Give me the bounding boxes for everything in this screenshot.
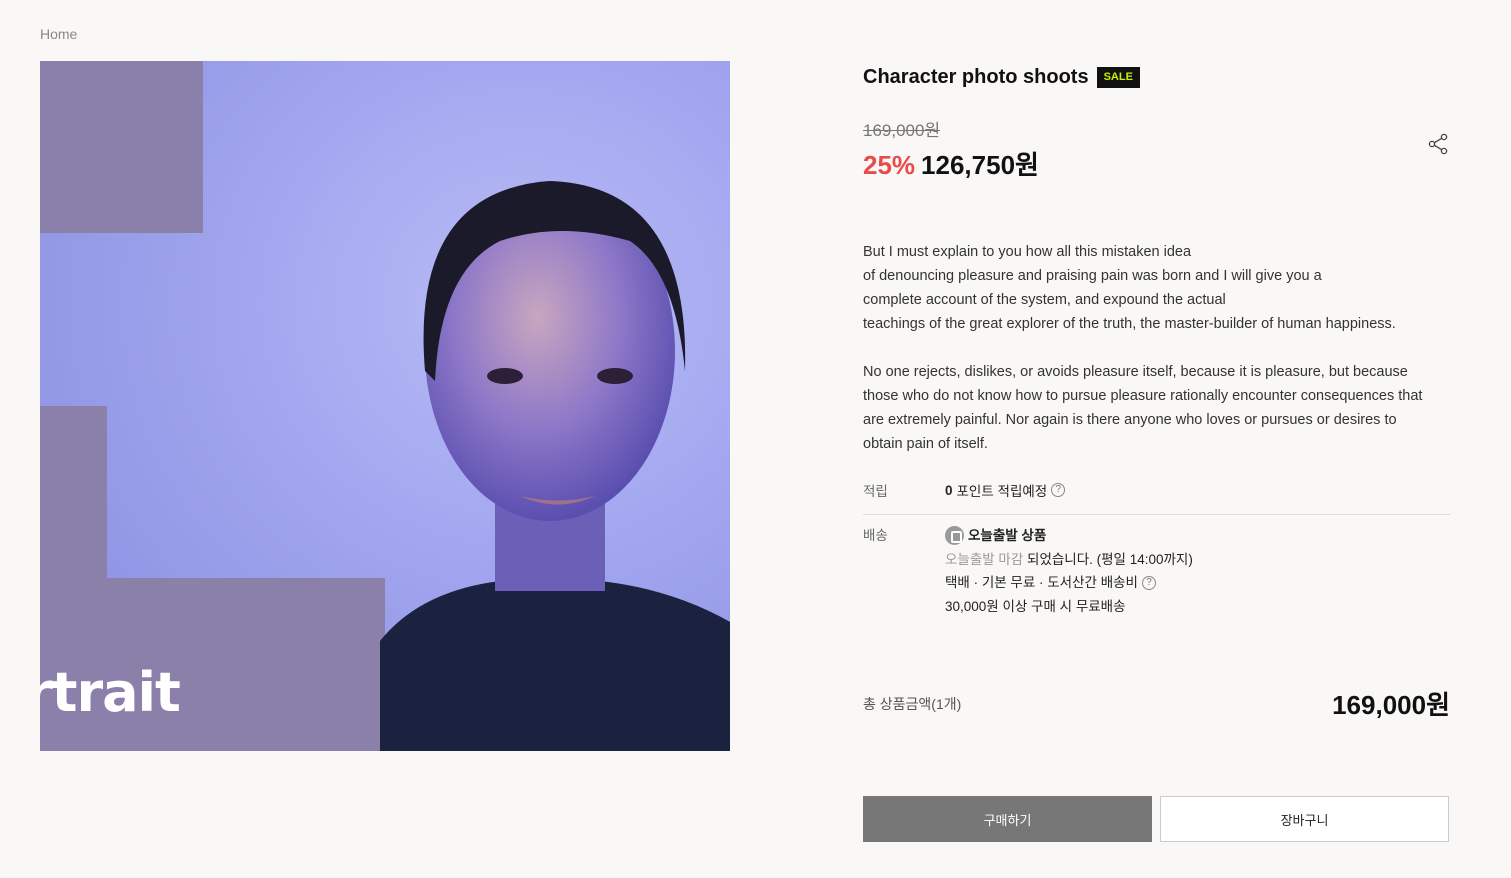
- desc-line: are extremely painful. Nor again is ther…: [863, 412, 1397, 428]
- desc-line: complete account of the system, and expo…: [863, 292, 1226, 308]
- shipping-row: 배송 오늘출발 상품 오늘출발 마감 되었습니다. (평일 14:00까지) 택…: [863, 524, 1450, 618]
- desc-line: obtain pain of itself.: [863, 436, 988, 452]
- decor-block: [40, 406, 107, 596]
- shipping-label: 배송: [863, 528, 888, 543]
- total-label: 총 상품금액(1개): [863, 695, 962, 712]
- free-shipping-note: 30,000원 이상 구매 시 무료배송: [945, 598, 1126, 614]
- product-title: Character photo shoots: [863, 65, 1089, 88]
- desc-line: No one rejects, dislikes, or avoids plea…: [863, 364, 1408, 380]
- product-info: Character photo shoots SALE 169,000원 25%…: [863, 60, 1450, 842]
- shipping-deadline: 오늘출발 마감: [945, 551, 1024, 567]
- desc-line: But I must explain to you how all this m…: [863, 244, 1192, 260]
- points-text: 포인트 적립예정: [956, 484, 1048, 499]
- total-row: 총 상품금액(1개) 169,000원: [863, 685, 1450, 722]
- buy-button[interactable]: 구매하기: [863, 796, 1152, 842]
- total-price: 169,000원: [1332, 690, 1450, 720]
- product-description: But I must explain to you how all this m…: [863, 240, 1450, 456]
- help-icon[interactable]: ?: [1051, 483, 1066, 497]
- portrait-photo: [380, 181, 730, 751]
- shipping-deadline-text: 되었습니다. (평일 14:00까지): [1023, 551, 1193, 567]
- add-to-cart-button[interactable]: 장바구니: [1160, 796, 1449, 842]
- delivery-icon: [945, 526, 964, 546]
- decor-block: [40, 61, 203, 233]
- sale-price: 126,750원: [921, 150, 1039, 180]
- shipping-title: 오늘출발 상품: [968, 528, 1047, 543]
- original-price: 169,000원: [863, 121, 941, 140]
- shipping-fee: 택배 · 기본 무료 · 도서산간 배송비: [945, 575, 1138, 590]
- desc-line: those who do not know how to pursue plea…: [863, 388, 1423, 404]
- brand-word: rtrait: [40, 661, 181, 724]
- share-icon[interactable]: [1426, 132, 1450, 156]
- product-image: rtrait: [40, 61, 730, 751]
- points-row: 적립 0 포인트 적립예정 ?: [863, 480, 1450, 515]
- desc-line: of denouncing pleasure and praising pain…: [863, 268, 1322, 284]
- points-label: 적립: [863, 484, 888, 499]
- sale-badge: SALE: [1096, 66, 1140, 88]
- points-amount: 0: [945, 482, 953, 498]
- breadcrumb[interactable]: Home: [40, 26, 77, 42]
- discount-rate: 25%: [863, 150, 916, 180]
- help-icon[interactable]: ?: [1141, 575, 1156, 590]
- desc-line: teachings of the great explorer of the t…: [863, 316, 1396, 332]
